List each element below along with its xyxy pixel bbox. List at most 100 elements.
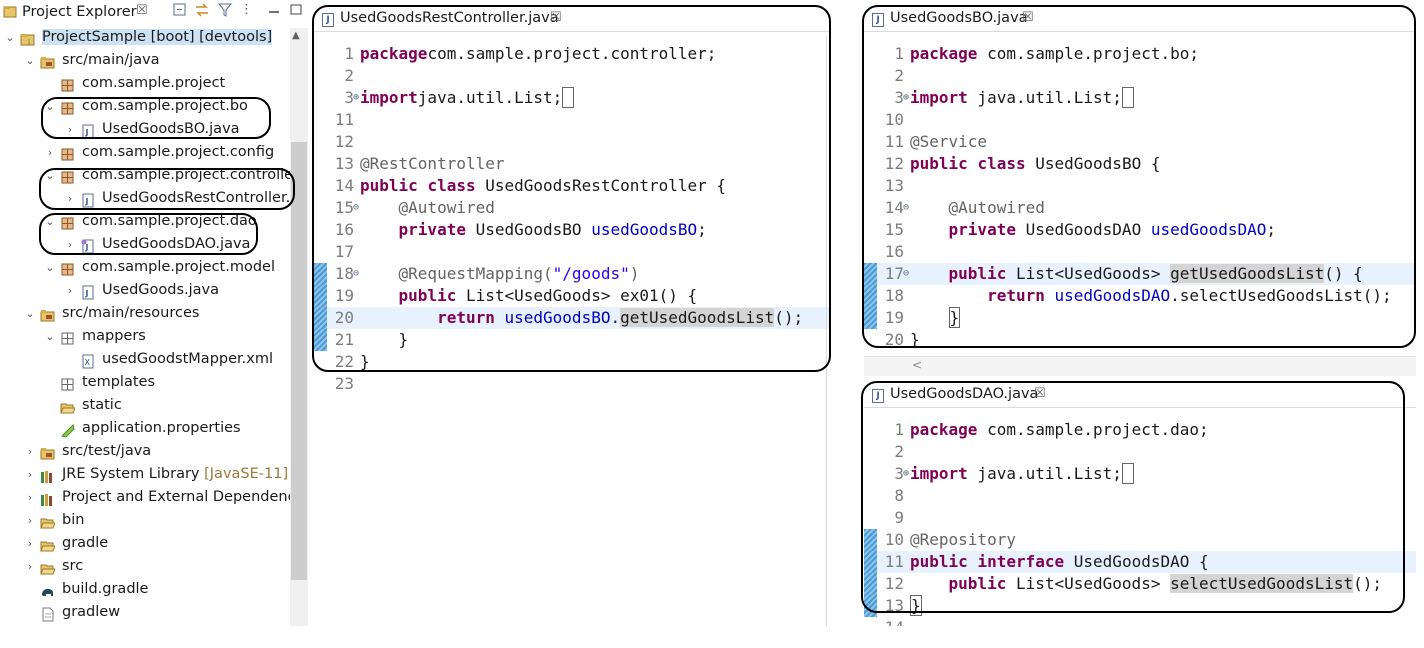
close-icon[interactable]: ☒	[1034, 386, 1046, 401]
chevron-down-icon[interactable]: ⌄	[44, 169, 56, 182]
code-line[interactable]: 12 public List<UsedGoods> selectUsedGood…	[864, 573, 1416, 595]
code-line[interactable]: 15 ⊖ @Autowired	[314, 197, 830, 219]
chevron-right-icon[interactable]: ›	[24, 514, 36, 527]
minimize-icon[interactable]	[266, 2, 282, 18]
code-line[interactable]: 22}	[314, 351, 830, 373]
code-line[interactable]: 3 ⊕ importjava.util.List;	[314, 87, 830, 109]
scroll-up-icon[interactable]: ▲	[292, 30, 300, 41]
code-line[interactable]: 18 return usedGoodsDAO.selectUsedGoodsLi…	[864, 285, 1416, 307]
chevron-down-icon[interactable]: ⌄	[4, 31, 16, 44]
chevron-right-icon[interactable]: ›	[64, 192, 76, 205]
expand-fold-icon[interactable]: ⊕	[353, 87, 359, 109]
editor-dao[interactable]: J UsedGoodsDAO.java ☒ 1 package com.sampl…	[864, 382, 1416, 626]
tree-item[interactable]: › J UsedGoodsBO.java	[0, 120, 290, 143]
code-area[interactable]: 1 package com.sample.project.dao; 2 3 ⊕ impor…	[864, 419, 1416, 626]
chevron-right-icon[interactable]: ›	[44, 146, 56, 159]
tree-item[interactable]: ⌄ mappers	[0, 327, 290, 350]
tree-item[interactable]: › src	[0, 557, 290, 580]
tree-item[interactable]: com.sample.project	[0, 74, 290, 97]
code-line[interactable]: 19 }	[864, 307, 1416, 329]
code-area[interactable]: 1 package com.sample.project.bo; 2 3 ⊕ import…	[864, 43, 1416, 351]
code-line[interactable]: 11	[314, 109, 830, 131]
view-menu-icon[interactable]: ⋮	[240, 2, 256, 18]
code-area[interactable]: 1 packagecom.sample.project.controller; 2 3…	[314, 43, 830, 395]
code-line[interactable]: 13}	[864, 595, 1416, 617]
chevron-right-icon[interactable]: ›	[64, 123, 76, 136]
chevron-right-icon[interactable]: ›	[24, 560, 36, 573]
code-line[interactable]: 2	[864, 441, 1416, 463]
chevron-down-icon[interactable]: ⌄	[24, 54, 36, 67]
tree-item[interactable]: › gradle	[0, 534, 290, 557]
code-line[interactable]: 19 public List<UsedGoods> ex01() {	[314, 285, 830, 307]
close-icon[interactable]: ☒	[1022, 10, 1034, 25]
code-line[interactable]: 1 package com.sample.project.bo;	[864, 43, 1416, 65]
code-line[interactable]: 2	[864, 65, 1416, 87]
tree-item[interactable]: ⌄ com.sample.project.bo	[0, 97, 290, 120]
code-line[interactable]: 3 ⊕ import java.util.List;	[864, 87, 1416, 109]
code-line[interactable]: 2	[314, 65, 830, 87]
expand-fold-icon[interactable]: ⊕	[903, 463, 909, 485]
tab-usedgoodsrestcontroller[interactable]: J UsedGoodsRestController.java ☒	[314, 6, 830, 32]
horizontal-scrollbar[interactable]: <	[864, 356, 1416, 376]
code-line[interactable]: 1 package com.sample.project.dao;	[864, 419, 1416, 441]
code-line[interactable]: 13	[864, 175, 1416, 197]
code-line[interactable]: 15 private UsedGoodsDAO usedGoodsDAO;	[864, 219, 1416, 241]
code-line[interactable]: 20 return usedGoodsBO.getUsedGoodsList()…	[314, 307, 830, 329]
filter-icon[interactable]	[217, 2, 233, 18]
tree-item[interactable]: static	[0, 396, 290, 419]
collapse-fold-icon[interactable]: ⊖	[353, 263, 359, 285]
code-line[interactable]: 23	[314, 373, 830, 395]
tree-item[interactable]: ⌄ com.sample.project.controller	[0, 166, 299, 189]
scroll-left-icon[interactable]: <	[912, 358, 922, 372]
code-line[interactable]: 17	[314, 241, 830, 263]
editor-controller[interactable]: J UsedGoodsRestController.java ☒ 1 packag…	[314, 6, 830, 626]
tree-item[interactable]: ⌄ com.sample.project.model	[0, 258, 290, 281]
code-line[interactable]: 11 public interface UsedGoodsDAO {	[864, 551, 1416, 573]
expand-fold-icon[interactable]: ⊕	[903, 87, 909, 109]
code-line[interactable]: 12	[314, 131, 830, 153]
code-line[interactable]: 10	[864, 109, 1416, 131]
code-line[interactable]: 11 @Service	[864, 131, 1416, 153]
close-icon[interactable]: ☒	[136, 3, 148, 18]
collapse-all-icon[interactable]	[172, 2, 188, 18]
tree-item[interactable]: › J UsedGoodsRestController.ja	[0, 189, 303, 212]
code-line[interactable]: 17 ⊖ public List<UsedGoods> getUsedGoodsL…	[864, 263, 1416, 285]
code-line[interactable]: 14	[864, 617, 1416, 626]
tree-item[interactable]: ⌄ com.sample.project.dao	[0, 212, 290, 235]
code-line[interactable]: 16 private UsedGoodsBO usedGoodsBO;	[314, 219, 830, 241]
chevron-right-icon[interactable]: ›	[64, 238, 76, 251]
editor-bo[interactable]: J UsedGoodsBO.java ☒ 1 package com.sample…	[864, 6, 1416, 376]
chevron-right-icon[interactable]: ›	[24, 491, 36, 504]
maximize-icon[interactable]	[288, 2, 304, 18]
chevron-down-icon[interactable]: ⌄	[44, 330, 56, 343]
tree-item[interactable]: templates	[0, 373, 290, 396]
tree-item[interactable]: build.gradle	[0, 580, 290, 603]
chevron-down-icon[interactable]: ⌄	[24, 307, 36, 320]
code-line[interactable]: 14 public class UsedGoodsRestController {	[314, 175, 830, 197]
chevron-down-icon[interactable]: ⌄	[44, 215, 56, 228]
code-line[interactable]: 21 }	[314, 329, 830, 351]
explorer-scroll-thumb[interactable]	[291, 142, 307, 580]
tab-usedgoodsbo[interactable]: J UsedGoodsBO.java ☒	[864, 6, 1416, 32]
code-line[interactable]: 14 ⊖ @Autowired	[864, 197, 1416, 219]
code-line[interactable]: 13 @RestController	[314, 153, 830, 175]
code-line[interactable]: 20}	[864, 329, 1416, 351]
code-line[interactable]: 12 public class UsedGoodsBO {	[864, 153, 1416, 175]
tree-item[interactable]: › J UsedGoodsDAO.java	[0, 235, 290, 258]
tree-item[interactable]: › J UsedGoods.java	[0, 281, 290, 304]
tree-item[interactable]: › src/test/java	[0, 442, 290, 465]
code-line[interactable]: 10 @Repository	[864, 529, 1416, 551]
tree-item[interactable]: application.properties	[0, 419, 290, 442]
tab-usedgoodsdao[interactable]: J UsedGoodsDAO.java ☒	[864, 382, 1416, 408]
close-icon[interactable]: ☒	[550, 10, 562, 25]
chevron-down-icon[interactable]: ⌄	[44, 100, 56, 113]
tree-item[interactable]: ⌄ src/main/resources	[0, 304, 290, 327]
chevron-down-icon[interactable]: ⌄	[44, 261, 56, 274]
link-with-editor-icon[interactable]	[194, 2, 210, 18]
code-line[interactable]: 9	[864, 507, 1416, 529]
explorer-tab[interactable]: Project Explorer ☒ ⋮	[0, 0, 308, 24]
chevron-right-icon[interactable]: ›	[24, 445, 36, 458]
chevron-right-icon[interactable]: ›	[24, 537, 36, 550]
tree-item[interactable]: XusedGoodstMapper.xml	[0, 350, 290, 373]
tree-item[interactable]: › com.sample.project.config	[0, 143, 290, 166]
